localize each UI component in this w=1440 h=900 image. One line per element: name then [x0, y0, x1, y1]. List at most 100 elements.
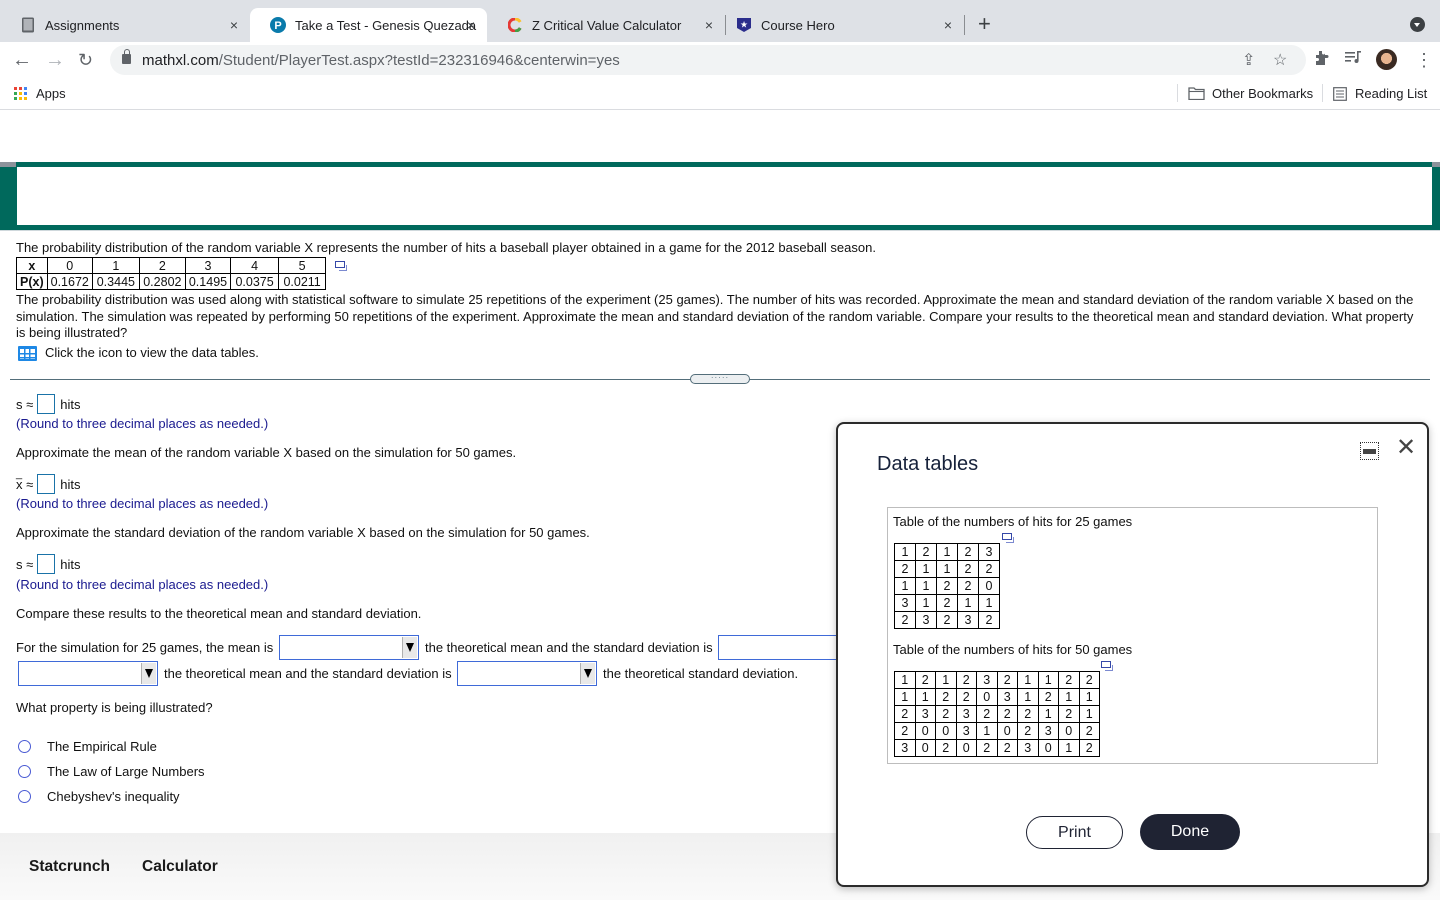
minimize-icon[interactable] [1360, 442, 1379, 460]
other-bookmarks-label: Other Bookmarks [1212, 86, 1314, 101]
hits-cell: 0 [1037, 739, 1059, 757]
x-value-cell: 0 [46, 257, 93, 274]
hits-cell: 1 [1017, 688, 1039, 706]
tab-z-critical[interactable]: Z Critical Value Calculator × [487, 8, 725, 42]
x-value-cell: 4 [230, 257, 280, 274]
radio-chebyshev[interactable] [18, 790, 31, 803]
hits-cell: 3 [914, 705, 936, 723]
hits-cell: 2 [894, 560, 916, 578]
forward-icon[interactable]: → [45, 48, 65, 72]
hits-cell: 2 [894, 611, 916, 629]
hits-cell: 0 [914, 722, 936, 740]
hits-cell: 1 [936, 543, 958, 561]
hits-row: 12123 [894, 543, 1000, 561]
share-icon[interactable]: ⇪ [1242, 50, 1255, 70]
hits-cell: 1 [935, 671, 957, 689]
answer-sd50-row: s ≈ hits [16, 554, 80, 574]
calculator-link[interactable]: Calculator [142, 858, 218, 876]
hits-cell: 3 [955, 722, 977, 740]
hits-cell: 2 [957, 577, 979, 595]
option-label[interactable]: The Law of Large Numbers [47, 764, 205, 779]
hits-row: 3020223012 [894, 739, 1100, 757]
hits-cell: 3 [1037, 722, 1059, 740]
bookmarks-bar: Apps Other Bookmarks Reading List [0, 78, 1440, 110]
s25-input[interactable] [37, 394, 56, 414]
tab-separator [964, 15, 965, 35]
sd50-input[interactable] [37, 554, 56, 574]
browser-toolbar: ← → ↻ mathxl.com/Student/PlayerTest.aspx… [0, 42, 1440, 78]
compare-prompt: Compare these results to the theoretical… [16, 606, 422, 621]
extensions-icon[interactable] [1313, 50, 1329, 71]
address-bar[interactable]: mathxl.com/Student/PlayerTest.aspx?testI… [110, 45, 1306, 75]
hits-cell: 2 [1037, 688, 1059, 706]
hits-cell: 2 [936, 577, 958, 595]
tab-search-icon[interactable] [1410, 17, 1425, 32]
round-hint: (Round to three decimal places as needed… [16, 496, 269, 511]
hits-cell: 3 [976, 671, 998, 689]
media-control-icon[interactable] [1345, 50, 1362, 69]
radio-law-of-large-numbers[interactable] [18, 765, 31, 778]
statcrunch-link[interactable]: Statcrunch [29, 858, 110, 876]
close-icon[interactable]: ✕ [1396, 436, 1416, 460]
hits-cell: 2 [957, 560, 979, 578]
sd50-dropdown[interactable] [457, 661, 597, 686]
done-button[interactable]: Done [1140, 814, 1240, 850]
new-tab-button[interactable]: + [978, 12, 991, 36]
menu-kebab-icon[interactable]: ⋮ [1415, 50, 1433, 70]
radio-empirical-rule[interactable] [18, 740, 31, 753]
tab-close-icon[interactable]: × [944, 17, 952, 33]
compare-line1-b: the theoretical mean and the standard de… [425, 640, 713, 655]
tab-take-a-test[interactable]: P Take a Test - Genesis Quezada × [250, 8, 487, 42]
option-label[interactable]: The Empirical Rule [47, 739, 157, 754]
hits-cell: 1 [976, 722, 998, 740]
bookmark-other-bookmarks[interactable]: Other Bookmarks [1188, 86, 1313, 101]
hits-cell: 2 [996, 739, 1018, 757]
tab-course-hero[interactable]: ★ Course Hero × [716, 8, 964, 42]
bookmark-separator [1322, 84, 1323, 102]
expand-table-icon[interactable] [335, 261, 347, 271]
mean50-dropdown[interactable] [18, 661, 158, 686]
tab-assignments[interactable]: Assignments × [0, 8, 250, 42]
hits-cell: 3 [978, 543, 1000, 561]
x-value-cell: 5 [278, 257, 327, 274]
hits-cell: 2 [996, 671, 1018, 689]
back-icon[interactable]: ← [12, 48, 32, 72]
x-value-cell: 2 [138, 257, 186, 274]
expand-table-icon[interactable] [1101, 661, 1113, 671]
hits-cell: 2 [894, 722, 916, 740]
hits-cell: 3 [1017, 739, 1039, 757]
option-label[interactable]: Chebyshev's inequality [47, 789, 180, 804]
answer-mean50-row: _ x ≈ hits [16, 468, 80, 494]
svg-text:★: ★ [740, 20, 748, 30]
tab-close-icon[interactable]: × [230, 17, 238, 33]
hits-cell: 1 [1058, 739, 1080, 757]
expand-table-icon[interactable] [1002, 533, 1014, 543]
tab-close-icon[interactable]: × [467, 17, 475, 33]
page-top-area [0, 111, 1440, 163]
tab-title: Z Critical Value Calculator [532, 17, 682, 33]
pane-resize-handle[interactable]: ····· [690, 374, 750, 384]
mean50-input[interactable] [37, 474, 56, 494]
hits-cell: 2 [1058, 671, 1080, 689]
answer-s25-row: s ≈ hits [16, 394, 80, 414]
test-header-band [0, 162, 1440, 230]
hits-cell: 1 [936, 560, 958, 578]
bookmark-separator [1177, 84, 1178, 102]
mean25-dropdown[interactable] [279, 635, 419, 660]
property-prompt: What property is being illustrated? [16, 700, 213, 715]
tab-close-icon[interactable]: × [705, 17, 713, 33]
reload-icon[interactable]: ↻ [78, 48, 93, 72]
profile-avatar[interactable] [1376, 49, 1397, 70]
hits-cell: 2 [914, 671, 936, 689]
bookmark-star-icon[interactable]: ☆ [1273, 50, 1287, 70]
hits-cell: 1 [915, 560, 937, 578]
x-value-cell: 3 [184, 257, 232, 274]
hits-cell: 0 [935, 722, 957, 740]
question-body: The probability distribution was used al… [16, 292, 1414, 340]
data-table-icon[interactable] [18, 346, 37, 361]
s-symbol: s ≈ [16, 396, 34, 412]
bookmark-reading-list[interactable]: Reading List [1333, 86, 1427, 101]
hits-cell: 2 [1078, 739, 1100, 757]
bookmark-apps[interactable]: Apps [14, 86, 66, 101]
print-button[interactable]: Print [1026, 816, 1123, 849]
